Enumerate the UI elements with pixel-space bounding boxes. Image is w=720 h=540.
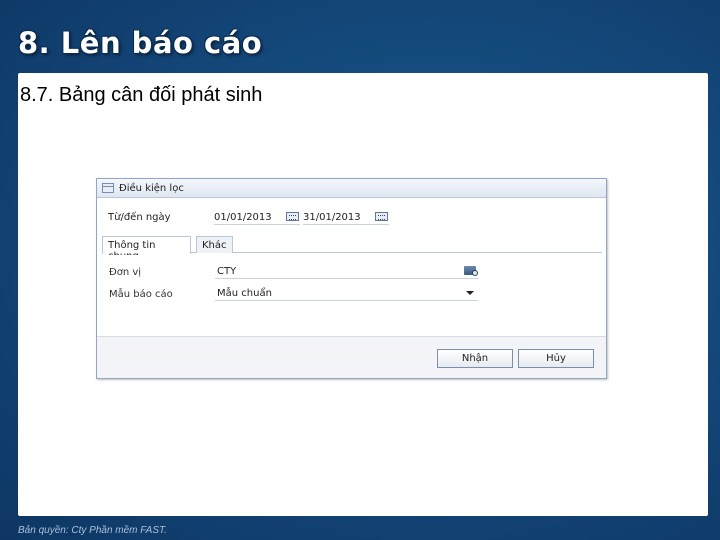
unit-field[interactable]: CTY <box>215 264 478 279</box>
date-from-value: 01/01/2013 <box>214 212 272 223</box>
calendar-icon[interactable] <box>286 212 299 221</box>
dialog-button-bar: Nhận Hủy <box>97 336 606 378</box>
slide-title: 8. Lên báo cáo <box>18 26 263 60</box>
template-select[interactable]: Mẫu chuẩn <box>215 286 478 301</box>
dialog-title: Điều kiện lọc <box>119 183 184 194</box>
section-heading: 8.7. Bảng cân đối phát sinh <box>20 84 263 106</box>
footer-copyright: Bản quyền: Cty Phần mềm FAST. <box>18 525 167 536</box>
unit-label: Đơn vị <box>109 267 142 278</box>
template-value: Mẫu chuẩn <box>217 288 272 299</box>
dialog-window-icon <box>102 183 114 193</box>
chevron-down-icon[interactable] <box>466 291 474 295</box>
lookup-icon[interactable] <box>464 266 478 276</box>
date-to-input[interactable]: 31/01/2013 <box>303 209 389 225</box>
date-from-input[interactable]: 01/01/2013 <box>214 209 300 225</box>
filter-dialog: Điều kiện lọc Từ/đến ngày 01/01/2013 31/… <box>96 178 607 379</box>
date-to-value: 31/01/2013 <box>303 212 361 223</box>
tab-other[interactable]: Khác <box>196 236 233 253</box>
date-range-label: Từ/đến ngày <box>108 212 171 223</box>
tab-body: Đơn vị CTY Mẫu báo cáo Mẫu chuẩn <box>98 255 605 334</box>
dialog-tabs: Thông tin chung Khác <box>102 236 602 262</box>
calendar-icon[interactable] <box>375 212 388 221</box>
unit-value: CTY <box>217 266 237 277</box>
content-panel: 8.7. Bảng cân đối phát sinh Điều kiện lọ… <box>18 73 708 536</box>
dialog-titlebar[interactable]: Điều kiện lọc <box>97 179 606 198</box>
ok-button[interactable]: Nhận <box>437 349 513 368</box>
template-label: Mẫu báo cáo <box>109 289 173 300</box>
tab-general-info[interactable]: Thông tin chung <box>102 236 191 262</box>
cancel-button[interactable]: Hủy <box>518 349 594 368</box>
